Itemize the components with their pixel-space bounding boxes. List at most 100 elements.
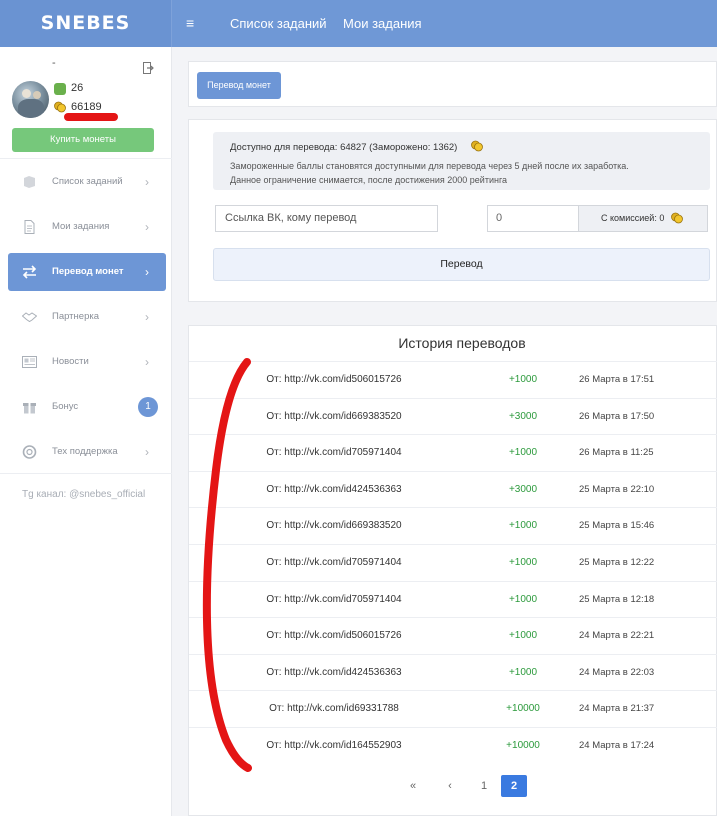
handshake-icon: [22, 312, 37, 323]
row-date: 26 Марта в 11:25: [579, 447, 654, 459]
row-sender[interactable]: От: http://vk.com/id705971404: [259, 435, 409, 471]
coins-icon: [671, 212, 683, 224]
chevron-right-icon: ›: [145, 265, 149, 279]
chevron-right-icon: ›: [145, 445, 149, 459]
telegram-channel-link[interactable]: Tg канал: @snebes_official: [22, 489, 145, 500]
table-row: От: http://vk.com/id69331788 +10000 24 Мар…: [189, 690, 717, 727]
row-amount: +1000: [508, 447, 538, 459]
row-date: 25 Марта в 22:10: [579, 483, 655, 495]
table-row: От: http://vk.com/id669383520 +3000 26 Мар…: [189, 397, 717, 435]
sidebar-item-label: Бонус: [52, 401, 79, 412]
table-row: От: http://vk.com/id424536363 +3000 25 Мар…: [189, 470, 717, 508]
chevron-right-icon: ›: [145, 220, 149, 234]
row-sender[interactable]: От: http://vk.com/id705971404: [259, 582, 409, 618]
transfer-form: Доступно для перевода: 64827 (Заморожено…: [188, 119, 717, 302]
table-row: От: http://vk.com/id506015726 +1000 26 Мар…: [189, 361, 717, 398]
row-amount: +10000: [506, 703, 540, 715]
row-amount: +1000: [508, 556, 538, 568]
sidebar-item-label: Партнерка: [52, 311, 99, 322]
row-amount: +10000: [506, 739, 540, 751]
table-row: От: http://vk.com/id705971404 +1000 26 Мар…: [189, 434, 717, 471]
sidebar-item-news[interactable]: Новости ›: [0, 343, 172, 381]
table-row: От: http://vk.com/id506015726 +1000 24 Мар…: [189, 617, 717, 654]
sidebar-item-tasks-list[interactable]: Список заданий ›: [0, 163, 172, 201]
page-prev-button[interactable]: ‹: [437, 775, 463, 797]
nav-my-tasks[interactable]: Мои задания: [343, 0, 422, 47]
row-sender[interactable]: От: http://vk.com/id669383520: [259, 399, 409, 435]
logout-icon[interactable]: [143, 62, 154, 74]
lifebuoy-icon: [22, 445, 37, 459]
sidebar-item-label: Перевод монет: [52, 266, 124, 277]
row-date: 25 Марта в 15:46: [579, 520, 655, 532]
history-table: От: http://vk.com/id506015726 +1000 26 Мар…: [189, 361, 717, 764]
vk-link-input[interactable]: Ссылка ВК, кому перевод: [215, 205, 438, 232]
transfer-icon: [22, 265, 37, 279]
row-amount: +1000: [508, 520, 538, 532]
buy-coins-button[interactable]: Купить монеты: [12, 128, 154, 152]
page-first-button[interactable]: «: [400, 775, 426, 797]
row-date: 24 Марта в 22:03: [579, 666, 655, 678]
sidebar-item-label: Тех поддержка: [52, 446, 118, 457]
row-date: 25 Марта в 12:18: [579, 593, 655, 605]
tab-transfer-coins[interactable]: Перевод монет: [197, 72, 281, 99]
row-sender[interactable]: От: http://vk.com/id424536363: [259, 655, 409, 691]
row-date: 25 Марта в 12:22: [579, 556, 655, 568]
row-sender[interactable]: От: http://vk.com/id705971404: [259, 545, 409, 581]
amount-input[interactable]: 0: [487, 205, 579, 232]
rating-icon: [54, 83, 66, 95]
limit-note: Данное ограничение снимается, после дост…: [230, 175, 508, 185]
row-sender[interactable]: От: http://vk.com/id506015726: [259, 362, 409, 398]
coins-icon: [54, 101, 66, 113]
transfer-history: История переводов От: http://vk.com/id50…: [188, 325, 717, 816]
row-amount: +1000: [508, 374, 538, 385]
row-sender[interactable]: От: http://vk.com/id69331788: [259, 691, 409, 727]
sidebar-item-bonus[interactable]: Бонус 1: [0, 388, 172, 426]
sidebar-item-support[interactable]: Тех поддержка ›: [0, 433, 172, 471]
gift-icon: [23, 403, 36, 414]
row-date: 24 Марта в 22:21: [579, 630, 655, 642]
chevron-right-icon: ›: [145, 355, 149, 369]
commission-text: С комиссией: 0: [601, 213, 665, 223]
nav-tasks-list[interactable]: Список заданий: [230, 0, 327, 47]
transfer-submit-button[interactable]: Перевод: [213, 248, 710, 281]
sidebar: - 26 66189 Купить монеты Список заданий …: [0, 47, 172, 816]
row-sender[interactable]: От: http://vk.com/id506015726: [259, 618, 409, 654]
sidebar-item-partner[interactable]: Партнерка ›: [0, 298, 172, 336]
table-row: От: http://vk.com/id424536363 +1000 24 Мар…: [189, 653, 717, 691]
row-date: 26 Марта в 17:50: [579, 410, 655, 422]
row-amount: +1000: [508, 593, 538, 605]
row-sender[interactable]: От: http://vk.com/id424536363: [259, 472, 409, 508]
avatar[interactable]: [12, 81, 49, 118]
menu-toggle-icon[interactable]: ≡: [186, 0, 194, 47]
row-date: 26 Марта в 17:51: [579, 374, 655, 385]
row-sender[interactable]: От: http://vk.com/id164552903: [259, 728, 409, 764]
sidebar-item-label: Мои задания: [52, 221, 110, 232]
sidebar-item-label: Новости: [52, 356, 89, 367]
top-navbar: SNEBES ≡ Список заданий Мои задания: [0, 0, 717, 47]
profile-card: - 26 66189 Купить монеты: [0, 47, 172, 159]
row-sender[interactable]: От: http://vk.com/id669383520: [259, 508, 409, 544]
sidebar-item-transfer[interactable]: Перевод монет ›: [8, 253, 166, 291]
coins-icon: [471, 140, 483, 152]
history-title: История переводов: [398, 335, 526, 351]
row-amount: +1000: [508, 666, 538, 678]
newspaper-icon: [22, 356, 37, 368]
row-date: 24 Марта в 17:24: [579, 739, 655, 751]
transfer-info-box: Доступно для перевода: 64827 (Заморожено…: [213, 132, 710, 190]
row-amount: +1000: [508, 630, 538, 642]
pagination: « ‹ 1 2: [189, 773, 717, 799]
bonus-count-badge: 1: [138, 397, 158, 417]
page-1-button[interactable]: 1: [471, 775, 497, 797]
row-amount: +3000: [508, 410, 538, 422]
username: -: [52, 57, 56, 69]
redaction-mark: [64, 113, 118, 121]
coins-value: 66189: [71, 101, 102, 113]
transfer-tab-panel: Перевод монет: [188, 61, 717, 107]
table-row: От: http://vk.com/id705971404 +1000 25 Мар…: [189, 580, 717, 618]
brand-logo[interactable]: SNEBES: [0, 0, 172, 47]
commission-display: С комиссией: 0: [578, 205, 708, 232]
table-row: От: http://vk.com/id669383520 +1000 25 Мар…: [189, 507, 717, 544]
page-2-button[interactable]: 2: [501, 775, 527, 797]
sidebar-item-label: Список заданий: [52, 176, 123, 187]
sidebar-item-my-tasks[interactable]: Мои задания ›: [0, 208, 172, 246]
